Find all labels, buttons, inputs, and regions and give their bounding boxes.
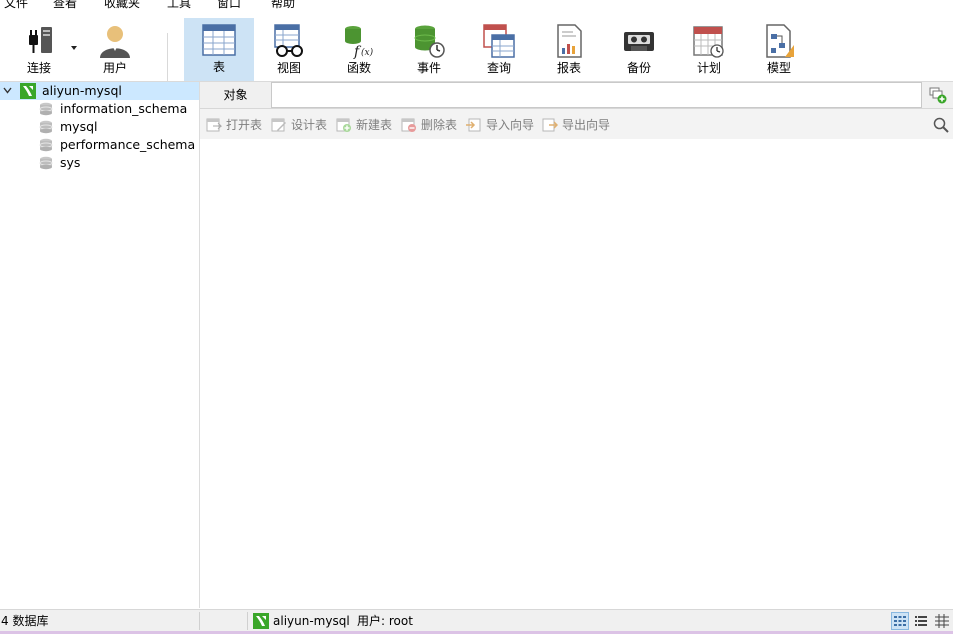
open-table-button[interactable]: 打开表	[206, 117, 266, 133]
query-button[interactable]: 查询	[465, 19, 533, 81]
list-view-icon[interactable]	[913, 613, 929, 629]
search-icon[interactable]	[933, 117, 949, 133]
tree-db-sys[interactable]: sys	[0, 154, 199, 172]
design-table-label: 设计表	[291, 118, 328, 132]
report-label: 报表	[556, 61, 581, 75]
export-icon	[542, 118, 558, 132]
tab-objects[interactable]: 对象	[200, 82, 271, 108]
toolbar-separator	[167, 33, 168, 81]
table-button[interactable]: 表	[184, 18, 254, 81]
schedule-label: 计划	[696, 61, 721, 75]
navigation-tree: aliyun-mysql information_schema mysql pe…	[0, 82, 200, 608]
backup-button[interactable]: 备份	[605, 19, 673, 81]
event-clock-icon	[414, 25, 445, 58]
chevron-down-icon[interactable]	[3, 87, 12, 95]
menu-bar: 文件 查看 收藏夹 工具 窗口 帮助	[0, 0, 953, 13]
model-icon	[766, 24, 794, 58]
grid-view-icon[interactable]	[891, 612, 909, 630]
detail-view-icon[interactable]	[934, 613, 950, 629]
delete-table-label: 删除表	[421, 118, 458, 132]
mysql-connection-icon	[253, 613, 269, 629]
calendar-icon	[693, 26, 724, 58]
tree-db-mysql[interactable]: mysql	[0, 118, 199, 136]
connect-label: 连接	[26, 61, 51, 75]
function-icon: f (x)	[345, 26, 374, 59]
menu-file[interactable]: 文件	[4, 0, 28, 11]
status-user: 用户: root	[357, 614, 413, 628]
database-icon	[39, 102, 53, 116]
table-icon	[202, 24, 236, 56]
event-button[interactable]: 事件	[395, 19, 463, 81]
status-divider	[199, 612, 200, 630]
new-tab-icon[interactable]	[929, 86, 947, 104]
menu-favorites[interactable]: 收藏夹	[104, 0, 140, 11]
event-label: 事件	[416, 61, 441, 75]
user-label: 用户	[102, 61, 127, 75]
open-table-label: 打开表	[226, 118, 263, 132]
view-button[interactable]: 视图	[255, 19, 323, 81]
object-action-toolbar: 打开表 设计表 新建表 删除表 导入向导 导出向导	[200, 109, 953, 139]
model-label: 模型	[766, 61, 791, 75]
connect-button[interactable]: 连接	[5, 19, 73, 81]
user-button[interactable]: 用户	[81, 19, 149, 81]
status-bar: 4 数据库 aliyun-mysql 用户: root	[0, 609, 953, 632]
tree-db-label: mysql	[60, 119, 98, 134]
new-table-label: 新建表	[356, 118, 393, 132]
menu-help[interactable]: 帮助	[271, 0, 295, 11]
query-icon	[483, 24, 515, 58]
menu-window[interactable]: 窗口	[217, 0, 241, 11]
query-label: 查询	[486, 61, 511, 75]
status-divider	[247, 612, 248, 630]
tree-connection-label: aliyun-mysql	[42, 83, 122, 98]
database-icon	[39, 138, 53, 152]
new-table-icon	[336, 118, 351, 132]
view-glasses-icon	[274, 24, 303, 57]
model-button[interactable]: 模型	[745, 19, 813, 81]
tree-db-label: sys	[60, 155, 81, 170]
export-wizard-button[interactable]: 导出向导	[542, 117, 614, 133]
database-icon	[39, 120, 53, 134]
backup-label: 备份	[626, 61, 651, 75]
backup-tape-icon	[624, 32, 654, 51]
design-table-icon	[271, 118, 286, 132]
main-toolbar: 连接 用户 表 视图 f (x) 函数 事件 查询 报表 备份 计划 模型	[0, 13, 953, 82]
delete-table-icon	[401, 118, 416, 132]
menu-view[interactable]: 查看	[53, 0, 77, 11]
plug-icon	[29, 27, 52, 53]
delete-table-button[interactable]: 删除表	[401, 117, 461, 133]
view-label: 视图	[276, 61, 301, 75]
connect-dropdown-icon[interactable]	[71, 46, 77, 50]
report-icon	[557, 24, 582, 58]
report-button[interactable]: 报表	[535, 19, 603, 81]
object-tab-bar: 对象	[200, 82, 953, 109]
status-db-count: 4 数据库	[1, 614, 49, 628]
export-wizard-label: 导出向导	[562, 118, 611, 132]
tree-db-performance-schema[interactable]: performance_schema	[0, 136, 199, 154]
database-icon	[39, 156, 53, 170]
function-button[interactable]: f (x) 函数	[325, 19, 393, 81]
user-icon	[100, 26, 130, 58]
open-table-icon	[206, 118, 222, 132]
function-label: 函数	[346, 61, 371, 75]
tree-db-information-schema[interactable]: information_schema	[0, 100, 199, 118]
new-table-button[interactable]: 新建表	[336, 117, 396, 133]
design-table-button[interactable]: 设计表	[271, 117, 331, 133]
menu-tools[interactable]: 工具	[167, 0, 191, 11]
import-wizard-label: 导入向导	[486, 118, 535, 132]
tree-connection-aliyun-mysql[interactable]: aliyun-mysql	[0, 82, 199, 100]
schedule-button[interactable]: 计划	[675, 19, 743, 81]
tree-db-label: information_schema	[60, 101, 188, 116]
svg-text:(x): (x)	[361, 47, 374, 58]
tree-db-label: performance_schema	[60, 137, 196, 152]
object-tab-strip[interactable]	[271, 82, 922, 108]
mysql-connection-icon	[20, 83, 36, 99]
import-wizard-button[interactable]: 导入向导	[466, 117, 538, 133]
status-connection: aliyun-mysql	[273, 614, 350, 628]
import-icon	[466, 118, 481, 132]
table-label: 表	[212, 60, 225, 74]
object-list-area[interactable]	[200, 139, 953, 608]
